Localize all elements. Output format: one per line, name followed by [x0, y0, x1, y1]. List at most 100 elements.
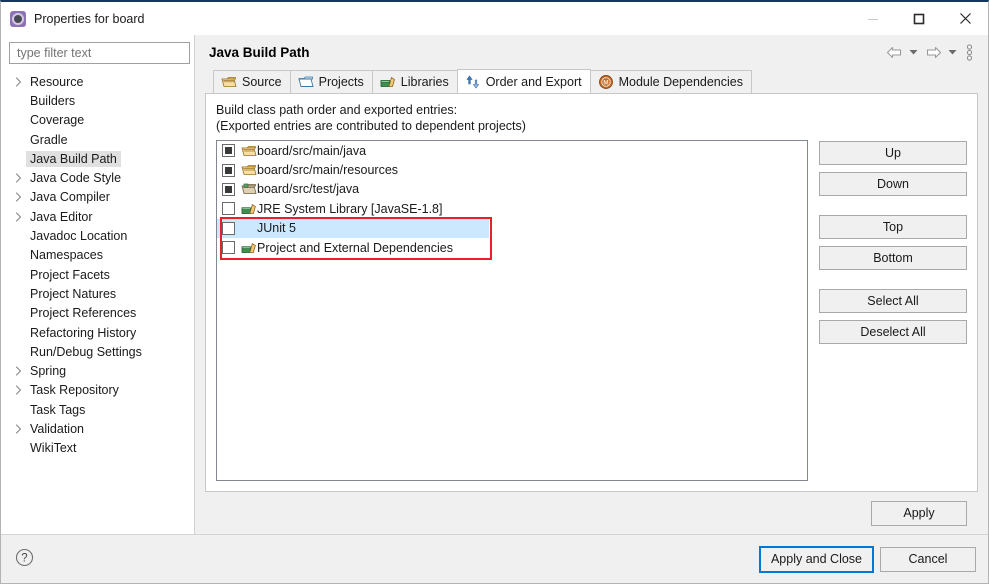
page-title: Java Build Path	[209, 44, 310, 60]
projects-folder-icon	[298, 74, 314, 90]
description-line-1: Build class path order and exported entr…	[216, 103, 458, 117]
classpath-entry-label: JUnit 5	[257, 221, 296, 236]
source-package-icon	[221, 74, 237, 90]
tab-label: Projects	[318, 75, 364, 89]
tab-source[interactable]: Source	[213, 70, 291, 93]
export-checkbox[interactable]	[222, 241, 235, 255]
sidebar-item-project-references[interactable]: Project References	[1, 304, 194, 323]
settings-tree: Resource Builders Coverage Gradle Java Build…	[1, 70, 194, 534]
tab-libraries[interactable]: Libraries	[371, 70, 458, 93]
maximize-button[interactable]	[896, 2, 942, 35]
chevron-right-icon[interactable]	[11, 366, 26, 376]
chevron-right-icon[interactable]	[11, 77, 26, 87]
header-toolbar	[884, 42, 976, 62]
dialog-footer: ? Apply and Close Cancel	[1, 534, 988, 583]
cancel-button[interactable]: Cancel	[880, 546, 976, 572]
sidebar-item-validation[interactable]: Validation	[1, 419, 194, 438]
export-checkbox[interactable]	[222, 163, 235, 177]
up-button[interactable]: Up	[819, 141, 967, 165]
classpath-entry-row[interactable]: Project and External Dependencies	[217, 238, 807, 257]
down-button[interactable]: Down	[819, 172, 967, 196]
apply-row: Apply	[205, 492, 978, 534]
test-folder-icon	[241, 181, 257, 197]
filter-input[interactable]	[15, 45, 184, 61]
deselect-all-button[interactable]: Deselect All	[819, 320, 967, 344]
apply-and-close-button[interactable]: Apply and Close	[758, 545, 875, 573]
export-checkbox[interactable]	[222, 202, 235, 216]
sidebar-item-java-compiler[interactable]: Java Compiler	[1, 188, 194, 207]
forward-dropdown-icon[interactable]	[946, 42, 959, 62]
tab-label: Source	[242, 75, 282, 89]
sidebar-item-namespaces[interactable]: Namespaces	[1, 246, 194, 265]
sidebar-item-label: Validation	[30, 421, 84, 436]
sidebar-item-project-facets[interactable]: Project Facets	[1, 265, 194, 284]
classpath-entry-list[interactable]: board/src/main/java board/src/main/resou…	[216, 140, 808, 481]
select-all-button[interactable]: Select All	[819, 289, 967, 313]
sidebar-item-gradle[interactable]: Gradle	[1, 130, 194, 149]
tab-order-and-export[interactable]: Order and Export	[456, 69, 591, 93]
libraries-jar-icon	[380, 74, 396, 90]
chevron-right-icon[interactable]	[11, 424, 26, 434]
export-checkbox[interactable]	[222, 144, 235, 158]
sidebar-item-javadoc-location[interactable]: Javadoc Location	[1, 226, 194, 245]
sidebar-item-task-repository[interactable]: Task Repository	[1, 381, 194, 400]
tab-projects[interactable]: Projects	[289, 70, 373, 93]
list-area: board/src/main/java board/src/main/resou…	[216, 140, 967, 481]
export-checkbox[interactable]	[222, 182, 235, 196]
sidebar-item-label: Project Facets	[30, 267, 110, 282]
content-header: Java Build Path	[195, 35, 988, 69]
classpath-entry-row[interactable]: JRE System Library [JavaSE-1.8]	[217, 199, 807, 218]
sidebar-item-resource[interactable]: Resource	[1, 72, 194, 91]
sidebar-item-label: Task Repository	[30, 383, 119, 398]
sidebar-item-label: WikiText	[30, 441, 77, 456]
view-menu-icon[interactable]	[962, 42, 976, 62]
content-pane: Java Build Path Source Projects Librarie…	[195, 35, 988, 534]
top-button[interactable]: Top	[819, 215, 967, 239]
classpath-entry-row[interactable]: board/src/main/java	[217, 141, 807, 160]
sidebar-item-task-tags[interactable]: Task Tags	[1, 400, 194, 419]
sidebar-item-java-code-style[interactable]: Java Code Style	[1, 168, 194, 187]
chevron-right-icon[interactable]	[11, 192, 26, 203]
back-dropdown-icon[interactable]	[907, 42, 920, 62]
properties-gear-icon	[10, 10, 26, 27]
sidebar-item-project-natures[interactable]: Project Natures	[1, 284, 194, 303]
chevron-right-icon[interactable]	[11, 212, 26, 222]
chevron-right-icon[interactable]	[11, 173, 26, 183]
source-folder-icon	[241, 162, 257, 178]
export-checkbox[interactable]	[222, 221, 235, 235]
sidebar-item-label: Gradle	[30, 132, 68, 147]
apply-button[interactable]: Apply	[871, 500, 967, 526]
sidebar-item-refactoring-history[interactable]: Refactoring History	[1, 323, 194, 342]
minimize-button[interactable]	[850, 2, 896, 35]
back-arrow-icon[interactable]	[884, 42, 904, 62]
bottom-button[interactable]: Bottom	[819, 246, 967, 270]
content-panel: Source Projects Libraries Order and Expo…	[195, 69, 988, 534]
sidebar-item-spring[interactable]: Spring	[1, 361, 194, 380]
button-gap	[819, 313, 967, 320]
sidebar-item-builders[interactable]: Builders	[1, 91, 194, 110]
classpath-entry-row[interactable]: board/src/main/resources	[217, 160, 807, 179]
sidebar-item-java-editor[interactable]: Java Editor	[1, 207, 194, 226]
tab-label: Module Dependencies	[618, 75, 743, 89]
classpath-entry-row[interactable]: board/src/test/java	[217, 180, 807, 199]
settings-sidebar: Resource Builders Coverage Gradle Java Build…	[1, 35, 195, 534]
description-line-2: (Exported entries are contributed to dep…	[216, 119, 526, 133]
chevron-right-icon[interactable]	[11, 385, 26, 395]
classpath-entry-label: Project and External Dependencies	[257, 240, 453, 255]
button-gap	[819, 239, 967, 246]
forward-arrow-icon[interactable]	[923, 42, 943, 62]
help-question-icon[interactable]: ?	[15, 548, 34, 570]
source-folder-icon	[241, 143, 257, 159]
sidebar-item-label: Spring	[30, 364, 67, 379]
library-jar-icon	[241, 240, 257, 256]
sidebar-item-wikitext[interactable]: WikiText	[1, 439, 194, 458]
close-button[interactable]	[942, 2, 988, 35]
sidebar-item-java-build-path[interactable]: Java Build Path	[1, 149, 194, 168]
sidebar-item-run-debug-settings[interactable]: Run/Debug Settings	[1, 342, 194, 361]
tab-module-dependencies[interactable]: M Module Dependencies	[589, 70, 752, 93]
sidebar-item-coverage[interactable]: Coverage	[1, 111, 194, 130]
window-title: Properties for board	[34, 11, 145, 26]
classpath-entry-row[interactable]: JUnit 5	[217, 218, 807, 238]
filter-box[interactable]	[9, 42, 190, 64]
properties-dialog: Properties for board Resource Builders Cov…	[0, 0, 989, 584]
